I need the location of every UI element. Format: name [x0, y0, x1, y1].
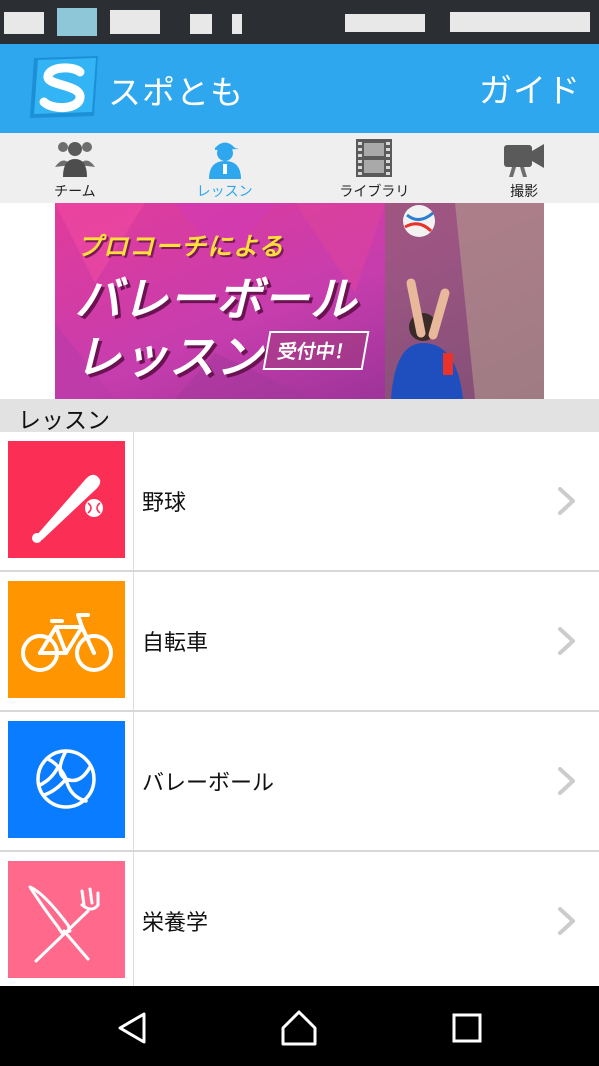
video-camera-icon: [504, 144, 545, 177]
film-icon: [356, 139, 393, 177]
app-logo[interactable]: [30, 54, 100, 120]
banner-title: バレーボール: [75, 272, 357, 326]
tab-label: ライブラリ: [339, 184, 410, 200]
home-icon[interactable]: [279, 1008, 319, 1048]
app-header: スポとも ガイド: [0, 44, 599, 133]
tab-library[interactable]: ライブラリ: [300, 133, 450, 203]
banner-title-2: レッスン: [75, 330, 263, 384]
list-item-volleyball[interactable]: バレーボール: [0, 712, 599, 852]
section-header: レッスン: [0, 399, 599, 434]
status-icon: [345, 14, 425, 32]
status-icon: [190, 14, 212, 34]
app-title: スポとも: [108, 73, 244, 112]
promo-banner[interactable]: プロコーチによる バレーボール レッスン 受付中！: [55, 203, 544, 399]
system-nav-bar: [0, 986, 599, 1066]
divider: [133, 852, 134, 990]
divider: [133, 432, 134, 570]
recents-icon[interactable]: [447, 1008, 487, 1048]
status-icon: [4, 12, 44, 34]
banner-badge: 受付中！: [262, 331, 370, 370]
divider: [133, 572, 134, 710]
list-item-baseball[interactable]: 野球: [0, 432, 599, 572]
tab-shoot[interactable]: 撮影: [449, 133, 599, 203]
chevron-right-icon: [558, 487, 575, 515]
guide-button[interactable]: ガイド: [479, 64, 581, 112]
tab-label: レッスン: [196, 184, 253, 200]
list-item-label: 自転車: [142, 631, 209, 656]
tab-label: チーム: [54, 184, 96, 200]
list-item-nutrition[interactable]: 栄養学: [0, 852, 599, 992]
status-icon: [57, 8, 97, 36]
tab-bar: チーム レッスン ライブラリ 撮影: [0, 133, 599, 203]
list-item-label: 栄養学: [142, 911, 209, 936]
status-bar: [0, 0, 599, 44]
section-title: レッスン: [18, 408, 110, 434]
chevron-right-icon: [558, 767, 575, 795]
fork-knife-icon: [8, 861, 125, 978]
team-icon: [54, 142, 95, 177]
lesson-list: 野球 自転車 バレーボール 栄養学: [0, 432, 599, 992]
list-item-label: バレーボール: [142, 771, 275, 796]
status-icon: [232, 14, 242, 34]
chevron-right-icon: [558, 907, 575, 935]
tab-team[interactable]: チーム: [0, 133, 150, 203]
divider: [133, 712, 134, 850]
tab-lesson[interactable]: レッスン: [150, 133, 300, 203]
coach-icon: [208, 142, 241, 179]
baseball-bat-icon: [8, 441, 125, 558]
banner-subtitle: プロコーチによる: [77, 232, 285, 261]
status-icon: [110, 10, 160, 34]
chevron-right-icon: [558, 627, 575, 655]
bicycle-icon: [8, 581, 125, 698]
list-item-cycling[interactable]: 自転車: [0, 572, 599, 712]
list-item-label: 野球: [142, 491, 187, 516]
tab-label: 撮影: [510, 184, 539, 200]
back-icon[interactable]: [114, 1008, 154, 1048]
status-clock: [450, 12, 590, 32]
volleyball-icon: [8, 721, 125, 838]
